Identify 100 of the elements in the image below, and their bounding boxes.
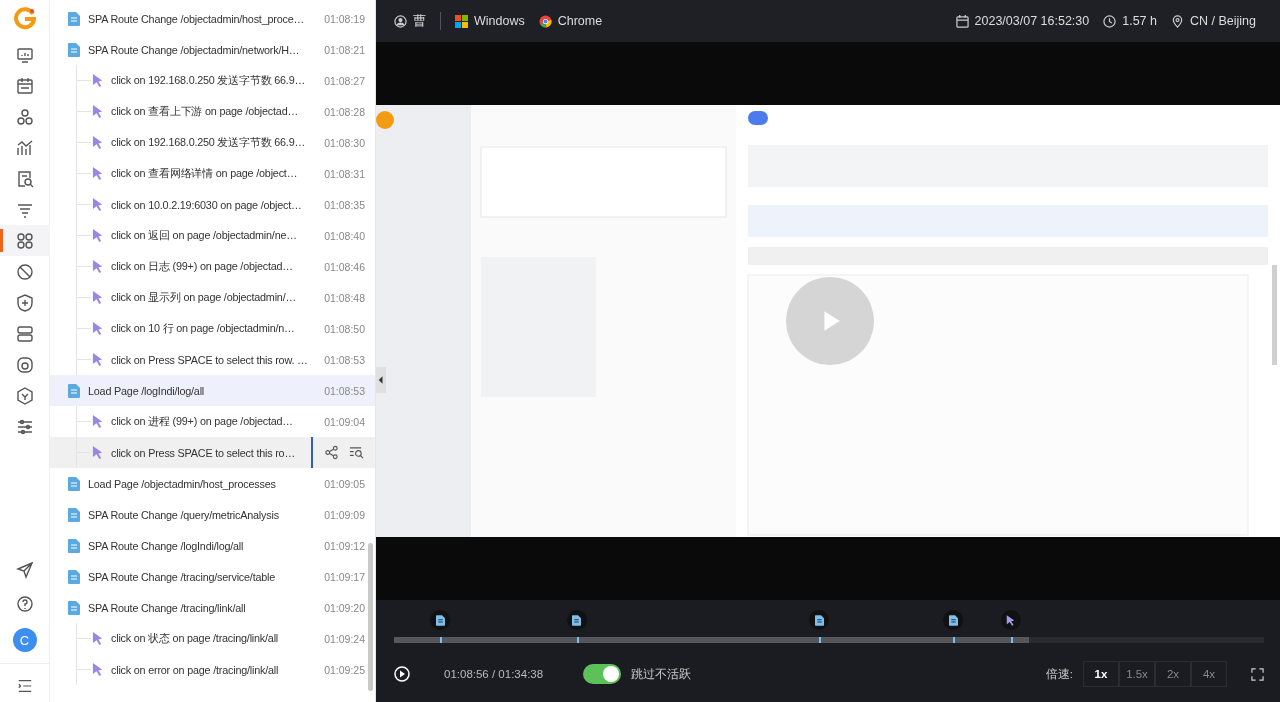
shield-icon — [15, 293, 34, 312]
cursor-icon — [92, 415, 103, 428]
nav-item[interactable] — [0, 225, 50, 256]
share-icon[interactable] — [324, 445, 339, 460]
event-row[interactable]: click on 查看网络详情 on page /object… 01:08:31 — [50, 158, 375, 189]
skip-inactive-label: 跳过不活跃 — [631, 666, 692, 682]
event-row[interactable]: click on 192.168.0.250 发送字节数 66.9… 01:08:30 — [50, 127, 375, 158]
timeline-marker[interactable] — [1000, 610, 1021, 630]
event-text: SPA Route Change /logIndi/log/all — [88, 539, 245, 552]
document-icon — [68, 11, 80, 26]
collapse-handle[interactable] — [376, 367, 386, 393]
document-icon — [68, 600, 80, 615]
event-time: 01:09:04 — [324, 415, 365, 428]
event-text: click on Press SPACE to select this row. … — [111, 353, 309, 366]
session-duration: 1.57 h — [1122, 14, 1157, 28]
event-row[interactable]: click on 返回 on page /objectadmin/ne… 01:08:40 — [50, 220, 375, 251]
help-icon[interactable] — [15, 595, 34, 613]
document-icon — [68, 383, 80, 398]
timeline-marker[interactable] — [430, 610, 451, 630]
event-time: 01:08:53 — [324, 353, 365, 366]
event-row[interactable]: SPA Route Change /query/metricAnalysis 01:09:09 — [50, 499, 375, 530]
cursor-icon — [92, 663, 103, 676]
menu-icon[interactable] — [16, 678, 33, 694]
event-time: 01:08:35 — [324, 198, 365, 211]
event-time: 01:09:05 — [324, 477, 365, 490]
cursor-icon — [92, 105, 103, 118]
server-icon — [15, 324, 34, 343]
event-time: 01:08:27 — [324, 74, 365, 87]
doc-search-icon — [15, 169, 34, 188]
event-time: 01:08:46 — [324, 260, 365, 273]
user-name: 曹 — [413, 12, 426, 30]
event-text: click on 查看上下游 on page /objectad… — [111, 104, 300, 119]
event-row[interactable]: SPA Route Change /objectadmin/network/H… 01:08:21 — [50, 34, 375, 65]
play-icon[interactable] — [394, 666, 410, 682]
scrollbar[interactable] — [368, 543, 373, 691]
event-row[interactable]: click on 192.168.0.250 发送字节数 66.9… 01:08:27 — [50, 65, 375, 96]
event-time: 01:08:30 — [324, 136, 365, 149]
cursor-icon — [92, 322, 103, 335]
calendar-icon — [15, 76, 34, 95]
event-text: Load Page /logIndi/log/all — [88, 384, 206, 397]
event-text: click on 状态 on page /tracing/link/all — [111, 631, 280, 646]
cursor-icon — [92, 446, 103, 459]
cursor-icon — [92, 229, 103, 242]
send-icon[interactable] — [15, 561, 34, 579]
event-time: 01:08:21 — [324, 43, 365, 56]
event-time: 01:09:20 — [324, 601, 365, 614]
event-row[interactable]: Load Page /objectadmin/host_processes 01:09:05 — [50, 468, 375, 499]
event-text: click on error on page /tracing/link/all — [111, 663, 280, 676]
event-row[interactable]: SPA Route Change /objectadmin/host_proce… 01:08:19 — [50, 3, 375, 34]
timeline-marker[interactable] — [943, 610, 964, 630]
speed-button[interactable]: 4x — [1191, 661, 1227, 687]
event-text: click on 日志 (99+) on page /objectad… — [111, 259, 294, 274]
windows-icon — [455, 14, 468, 28]
logo-icon — [12, 6, 37, 30]
os-name: Windows — [474, 14, 525, 28]
speed-button[interactable]: 1x — [1083, 661, 1119, 687]
session-location: CN / Beijing — [1190, 14, 1256, 28]
list-search-icon[interactable] — [349, 445, 364, 460]
speed-button[interactable]: 2x — [1155, 661, 1191, 687]
clock-icon — [1103, 14, 1117, 28]
event-row[interactable]: click on 查看上下游 on page /objectad… 01:08:28 — [50, 96, 375, 127]
session-datetime: 2023/03/07 16:52:30 — [974, 14, 1090, 28]
document-icon — [68, 42, 80, 57]
event-row[interactable]: click on 显示列 on page /objectadmin/… 01:08:48 — [50, 282, 375, 313]
document-icon — [572, 614, 582, 626]
progress-track[interactable] — [394, 637, 1264, 643]
cursor-icon — [92, 353, 103, 366]
event-time: 01:08:48 — [324, 291, 365, 304]
timeline-marker[interactable] — [809, 610, 830, 630]
event-row[interactable]: click on error on page /tracing/link/all 01:09:25 — [50, 654, 375, 685]
event-time: 01:08:50 — [324, 322, 365, 335]
event-row[interactable]: SPA Route Change /tracing/link/all 01:09:20 — [50, 592, 375, 623]
event-row[interactable]: SPA Route Change /tracing/service/table 01:09:17 — [50, 561, 375, 592]
playback-time: 01:08:56 / 01:34:38 — [444, 668, 544, 680]
document-icon — [68, 569, 80, 584]
event-row[interactable]: click on 日志 (99+) on page /objectad… 01:08:46 — [50, 251, 375, 282]
cursor-icon — [92, 167, 103, 180]
event-row[interactable]: click on 10 行 on page /objectadmin/n… 01:08:50 — [50, 313, 375, 344]
event-text: click on 显示列 on page /objectadmin/… — [111, 290, 298, 305]
event-time: 01:08:31 — [324, 167, 365, 180]
document-icon — [68, 476, 80, 491]
event-row[interactable]: click on 状态 on page /tracing/link/all 01:09:24 — [50, 623, 375, 654]
cursor-icon — [92, 198, 103, 211]
chart-icon — [15, 138, 34, 157]
grid-icon — [15, 231, 34, 250]
event-row[interactable]: click on Press SPACE to select this ro… — [50, 437, 375, 468]
event-text: Load Page /objectadmin/host_processes — [88, 477, 277, 490]
event-time: 01:09:17 — [324, 570, 365, 583]
browser-name: Chrome — [557, 14, 603, 28]
fullscreen-icon[interactable] — [1251, 667, 1264, 681]
event-row[interactable]: click on 10.0.2.19:6030 on page /object… 01:08:35 — [50, 189, 375, 220]
timeline-marker[interactable] — [566, 610, 587, 630]
browser-icon — [538, 14, 552, 28]
event-text: click on 10.0.2.19:6030 on page /object… — [111, 198, 303, 211]
event-row[interactable]: Load Page /logIndi/log/all 01:08:53 — [50, 375, 375, 406]
event-time: 01:08:28 — [324, 105, 365, 118]
speed-button[interactable]: 1.5x — [1119, 661, 1155, 687]
location-icon — [1171, 14, 1184, 28]
event-row[interactable]: SPA Route Change /logIndi/log/all 01:09:12 — [50, 530, 375, 561]
event-time: 01:09:24 — [324, 632, 365, 645]
